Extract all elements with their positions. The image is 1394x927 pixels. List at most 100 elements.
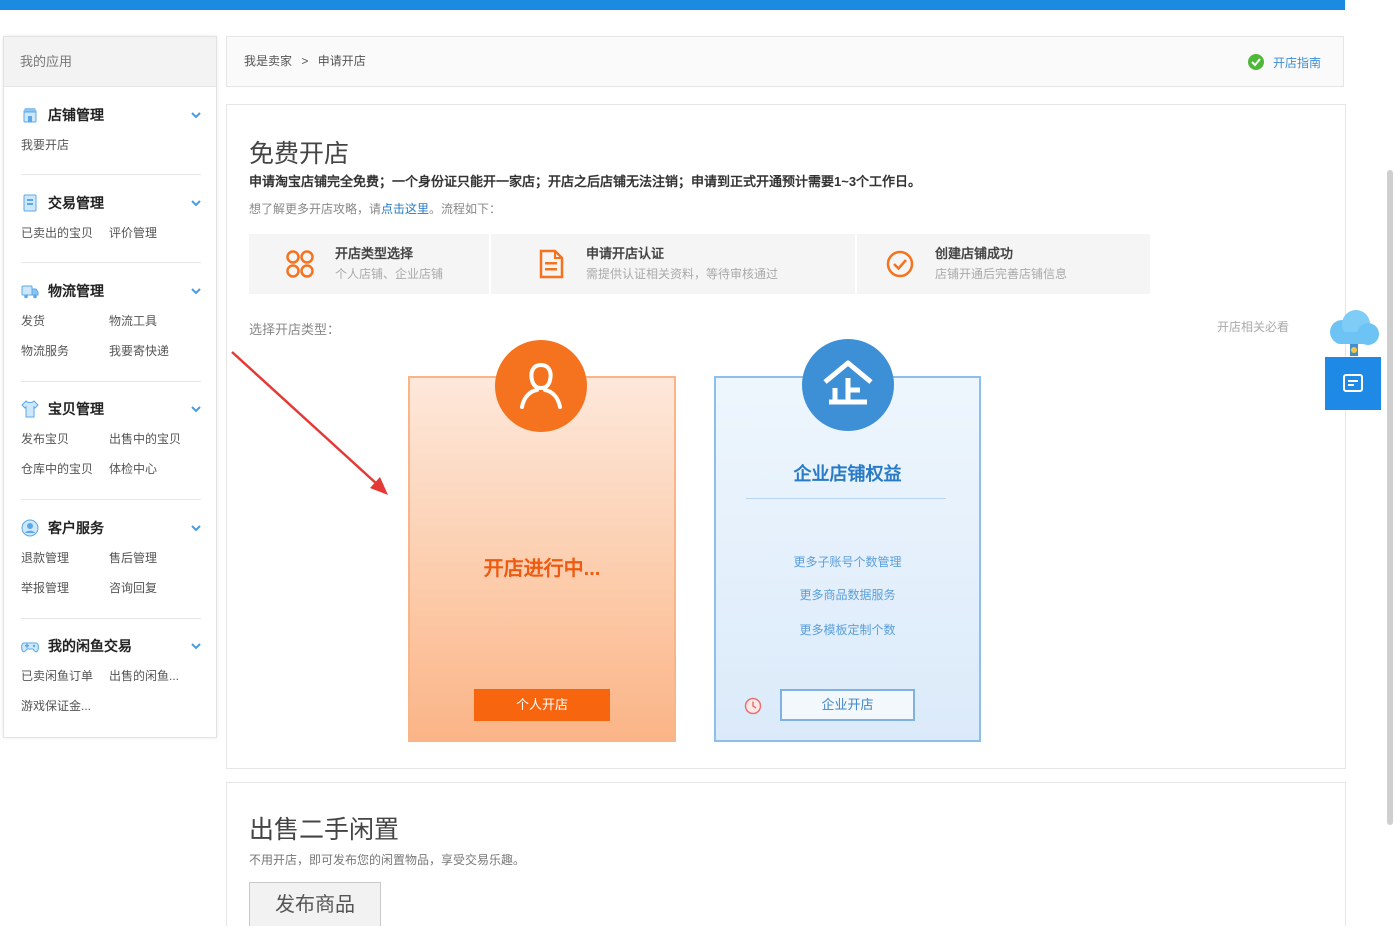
breadcrumb-bar: 我是卖家 > 申请开店 开店指南 bbox=[226, 36, 1344, 87]
sidebar: 我的应用 店铺管理 我要开店 交易管理 已卖出的宝贝 评价管理 物流管理 发货 … bbox=[3, 36, 217, 738]
step-certification: 申请开店认证 需提供认证相关资料，等待审核通过 bbox=[491, 234, 857, 294]
click-here-link[interactable]: 点击这里 bbox=[381, 202, 429, 216]
step-desc: 需提供认证相关资料，等待审核通过 bbox=[586, 267, 779, 281]
breadcrumb-current: 申请开店 bbox=[317, 54, 366, 68]
sidebar-section-label: 交易管理 bbox=[48, 195, 104, 211]
four-circles-icon bbox=[286, 250, 314, 278]
blur-patch bbox=[1080, 800, 1320, 880]
sidebar-link-after-sales[interactable]: 售后管理 bbox=[109, 546, 157, 570]
divider bbox=[21, 499, 201, 500]
store-status-text: 开店进行中... bbox=[483, 558, 601, 580]
sidebar-link-reviews[interactable]: 评价管理 bbox=[109, 221, 157, 245]
sidebar-link-ship[interactable]: 发货 bbox=[21, 309, 45, 333]
logistics-icon bbox=[21, 285, 39, 299]
sidebar-section-title[interactable]: 物流管理 bbox=[20, 279, 104, 303]
sidebar-link-publish-item[interactable]: 发布宝贝 bbox=[21, 427, 69, 451]
idle-fish-icon bbox=[21, 642, 39, 653]
personal-badge bbox=[495, 340, 587, 432]
chevron-down-icon[interactable] bbox=[190, 109, 202, 121]
step-title: 创建店铺成功 bbox=[935, 246, 1014, 261]
sidebar-section-goods: 宝贝管理 发布宝贝 出售中的宝贝 仓库中的宝贝 体检中心 bbox=[4, 397, 216, 500]
cloud-mascot-icon[interactable] bbox=[1322, 308, 1384, 358]
step-store-created: 创建店铺成功 店铺开通后完善店铺信息 bbox=[857, 234, 1150, 294]
breadcrumb-root[interactable]: 我是卖家 bbox=[244, 54, 292, 68]
sidebar-section-logistics: 物流管理 发货 物流工具 物流服务 我要寄快递 bbox=[4, 279, 216, 382]
secondhand-description: 不用开店，即可发布您的闲置物品，享受交易乐趣。 bbox=[249, 853, 526, 867]
chevron-down-icon[interactable] bbox=[190, 197, 202, 209]
step-title: 申请开店认证 bbox=[586, 246, 665, 261]
sidebar-link-inquiry-replies[interactable]: 咨询回复 bbox=[109, 576, 157, 600]
check-circle-icon bbox=[886, 250, 914, 278]
step-choose-type: 开店类型选择 个人店铺、企业店铺 bbox=[249, 234, 491, 294]
process-steps: 开店类型选择 个人店铺、企业店铺 申请开店认证 需提供认证相关资料，等待审核通过… bbox=[249, 234, 1150, 294]
sidebar-link-reports[interactable]: 举报管理 bbox=[21, 576, 69, 600]
sidebar-section-label: 宝贝管理 bbox=[48, 401, 104, 417]
sidebar-link-open-store[interactable]: 我要开店 bbox=[21, 133, 69, 157]
top-nav-bar bbox=[0, 0, 1345, 10]
goods-icon bbox=[21, 400, 39, 418]
personal-store-card[interactable]: 开店进行中... 个人开店 bbox=[408, 340, 676, 742]
divider bbox=[21, 618, 201, 619]
clock-icon bbox=[744, 697, 762, 715]
enterprise-store-card[interactable]: 企业店铺权益 更多子账号个数管理 更多商品数据服务 更多模板定制个数 企业开店 bbox=[714, 339, 981, 742]
sidebar-section-label: 客户服务 bbox=[48, 520, 104, 536]
benefit-item: 更多子账号个数管理 bbox=[793, 555, 902, 569]
red-arrow-annotation bbox=[231, 351, 388, 495]
divider bbox=[21, 174, 201, 175]
sidebar-section-title[interactable]: 店铺管理 bbox=[20, 103, 104, 127]
must-read-link[interactable]: 开店相关必看 bbox=[1217, 318, 1289, 335]
chevron-down-icon[interactable] bbox=[190, 403, 202, 415]
enterprise-icon bbox=[823, 360, 873, 405]
chevron-down-icon[interactable] bbox=[190, 522, 202, 534]
sidebar-link-items-on-sale[interactable]: 出售中的宝贝 bbox=[109, 427, 181, 451]
divider bbox=[21, 381, 201, 382]
sidebar-section-label: 我的闲鱼交易 bbox=[48, 638, 132, 654]
step-desc: 店铺开通后完善店铺信息 bbox=[935, 267, 1068, 281]
chevron-down-icon[interactable] bbox=[190, 640, 202, 652]
open-store-description: 申请淘宝店铺完全免费；一个身份证只能开一家店；开店之后店铺无法注销；申请到正式开… bbox=[249, 174, 922, 189]
sidebar-link-idle-orders[interactable]: 已卖闲鱼订单 bbox=[21, 664, 93, 688]
store-guide-label: 开店指南 bbox=[1272, 55, 1321, 70]
sidebar-link-idle-selling[interactable]: 出售的闲鱼... bbox=[109, 664, 179, 688]
step-title: 开店类型选择 bbox=[335, 246, 414, 261]
chevron-down-icon[interactable] bbox=[190, 285, 202, 297]
open-store-guide-line: 想了解更多开店攻略，请点击这里。流程如下： bbox=[249, 201, 501, 217]
sidebar-link-items-in-warehouse[interactable]: 仓库中的宝贝 bbox=[21, 457, 93, 481]
sidebar-link-sold-items[interactable]: 已卖出的宝贝 bbox=[21, 221, 93, 245]
enterprise-badge bbox=[802, 339, 894, 431]
document-icon bbox=[539, 249, 564, 279]
customer-service-icon bbox=[21, 519, 39, 537]
sidebar-link-send-express[interactable]: 我要寄快递 bbox=[109, 339, 169, 363]
sidebar-link-game-deposit[interactable]: 游戏保证金... bbox=[21, 694, 91, 718]
sidebar-section-title[interactable]: 客户服务 bbox=[20, 516, 104, 540]
divider bbox=[746, 498, 946, 499]
enterprise-benefits-title: 企业店铺权益 bbox=[793, 464, 902, 484]
sidebar-section-title[interactable]: 宝贝管理 bbox=[20, 397, 104, 421]
person-icon bbox=[520, 362, 562, 409]
sidebar-section-store: 店铺管理 我要开店 bbox=[4, 103, 216, 205]
publish-item-button[interactable]: 发布商品 bbox=[249, 882, 381, 926]
sidebar-section-title[interactable]: 我的闲鱼交易 bbox=[20, 634, 132, 658]
choose-store-type-label: 选择开店类型： bbox=[249, 322, 341, 337]
step-desc: 个人店铺、企业店铺 bbox=[335, 267, 444, 281]
sidebar-link-refunds[interactable]: 退款管理 bbox=[21, 546, 69, 570]
benefit-item: 更多商品数据服务 bbox=[799, 588, 896, 602]
breadcrumb: 我是卖家 > 申请开店 bbox=[244, 37, 372, 86]
scrollbar[interactable] bbox=[1387, 170, 1393, 825]
store-guide-link[interactable]: 开店指南 bbox=[1247, 52, 1321, 72]
guide-line-prefix: 想了解更多开店攻略，请 bbox=[249, 202, 382, 216]
sidebar-header: 我的应用 bbox=[4, 37, 216, 87]
personal-store-button[interactable]: 个人开店 bbox=[474, 689, 610, 721]
sidebar-section-label: 店铺管理 bbox=[48, 107, 104, 123]
sidebar-link-logistics-tools[interactable]: 物流工具 bbox=[109, 309, 157, 333]
sidebar-section-title[interactable]: 交易管理 bbox=[20, 191, 104, 215]
sidebar-link-logistics-service[interactable]: 物流服务 bbox=[21, 339, 69, 363]
chat-widget[interactable] bbox=[1325, 357, 1381, 410]
guide-line-suffix: 。流程如下： bbox=[429, 202, 502, 216]
sidebar-link-health-check[interactable]: 体检中心 bbox=[109, 457, 157, 481]
trade-icon bbox=[23, 194, 37, 212]
page-title: 免费开店 bbox=[249, 140, 350, 168]
enterprise-store-button[interactable]: 企业开店 bbox=[780, 689, 915, 721]
divider bbox=[21, 262, 201, 263]
sidebar-section-label: 物流管理 bbox=[48, 283, 104, 299]
